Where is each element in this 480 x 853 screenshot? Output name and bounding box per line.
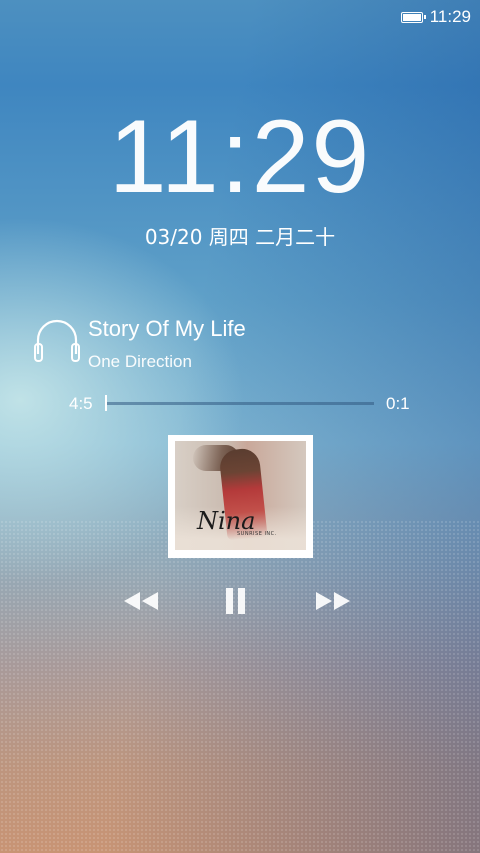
- fast-forward-icon: [316, 592, 350, 610]
- lockscreen-date: 03/20 周四 二月二十: [144, 225, 336, 249]
- progress-handle[interactable]: [105, 395, 107, 411]
- time-elapsed: 4:5: [69, 394, 93, 413]
- status-time: 11:29: [429, 7, 471, 26]
- now-playing-info: Story Of My Life One Direction: [30, 312, 450, 382]
- album-art-image: Nina SUNRISE INC.: [175, 441, 306, 550]
- rewind-button[interactable]: [121, 584, 161, 618]
- playback-controls: [0, 584, 480, 618]
- time-remaining: 0:1: [386, 394, 410, 413]
- fast-forward-button[interactable]: [313, 584, 353, 618]
- background-texture: [0, 520, 480, 853]
- album-cover[interactable]: Nina SUNRISE INC.: [168, 435, 313, 558]
- status-bar: 11:29: [0, 0, 480, 34]
- pause-button[interactable]: [216, 584, 256, 618]
- album-subtitle: SUNRISE INC.: [237, 531, 277, 537]
- pause-icon: [226, 588, 245, 614]
- battery-full-icon: [400, 11, 426, 23]
- song-title: Story Of My Life: [88, 316, 246, 341]
- lockscreen-clock: 11:29: [108, 99, 372, 215]
- artist-name: One Direction: [88, 352, 192, 371]
- progress-bar[interactable]: [106, 402, 374, 405]
- progress-row: 4:5 0:1: [0, 392, 480, 416]
- rewind-icon: [124, 592, 158, 610]
- headphones-icon: [34, 319, 80, 362]
